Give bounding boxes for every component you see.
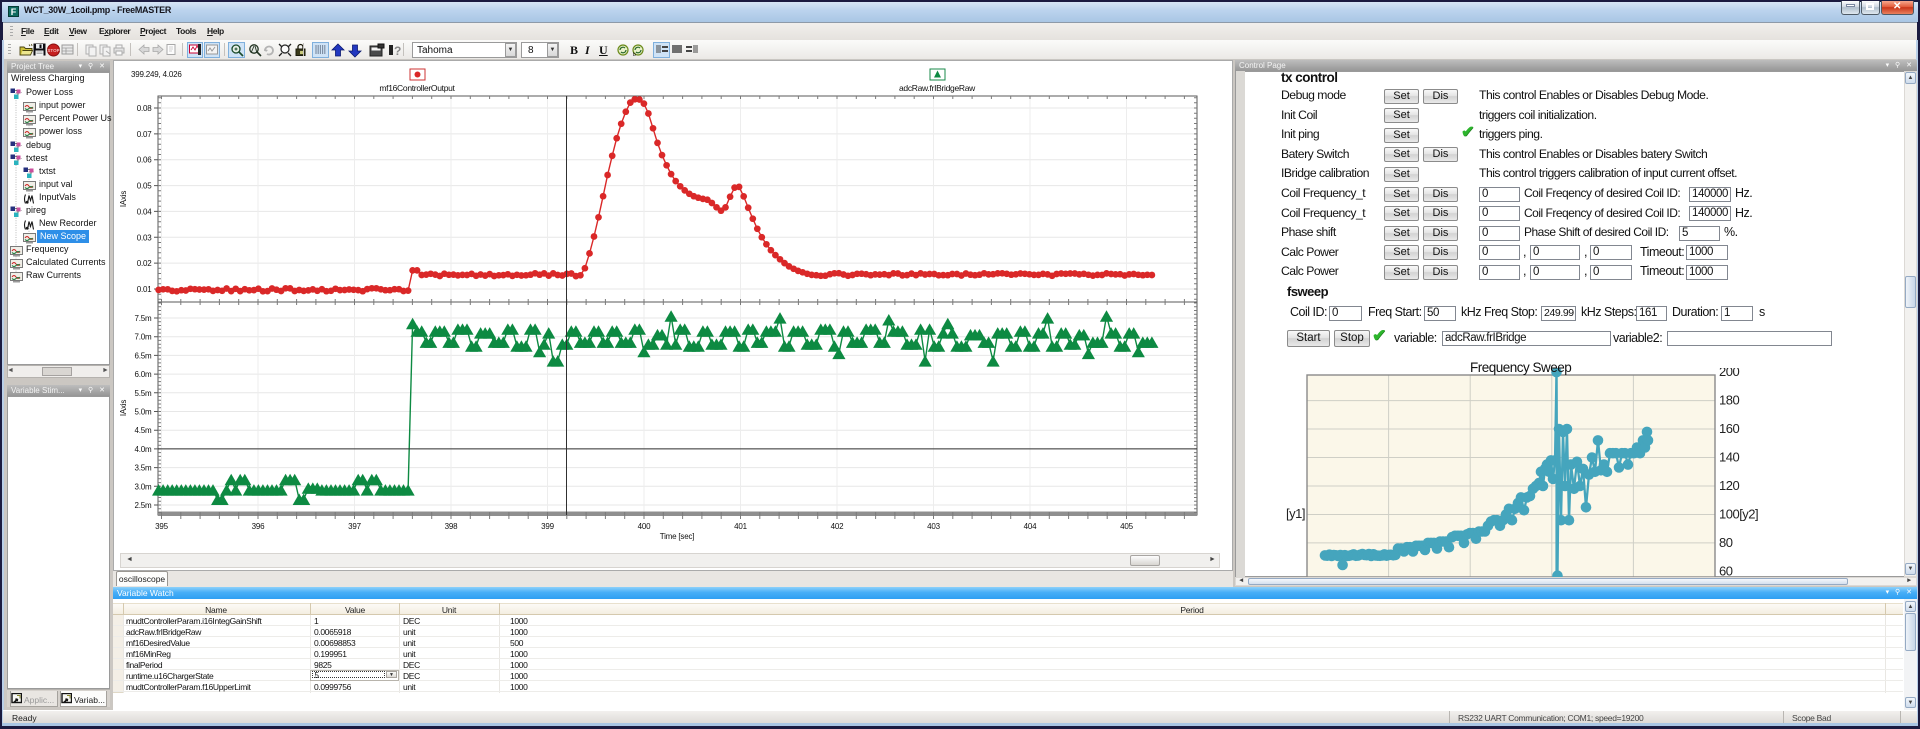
svg-text:140: 140 xyxy=(1719,449,1739,464)
svg-text:6.5m: 6.5m xyxy=(135,351,153,360)
svg-text:399.249, 4.026: 399.249, 4.026 xyxy=(131,70,182,79)
svg-text:STOP: STOP xyxy=(47,48,59,53)
svg-text:0.04: 0.04 xyxy=(137,207,153,216)
svg-text:0.08: 0.08 xyxy=(137,104,153,113)
svg-text:0.02: 0.02 xyxy=(137,259,153,268)
svg-text:160: 160 xyxy=(1719,421,1739,436)
svg-text:4.0m: 4.0m xyxy=(135,445,153,454)
svg-text:7.0m: 7.0m xyxy=(135,333,153,342)
svg-text:5.5m: 5.5m xyxy=(135,389,153,398)
svg-text:mf16ControllerOutput: mf16ControllerOutput xyxy=(379,83,455,93)
svg-text:404: 404 xyxy=(1024,522,1037,531)
svg-text:6.0m: 6.0m xyxy=(135,370,153,379)
svg-text:397: 397 xyxy=(348,522,361,531)
svg-text:0.01: 0.01 xyxy=(137,285,153,294)
svg-text:0.03: 0.03 xyxy=(137,233,153,242)
svg-text:Time [sec]: Time [sec] xyxy=(660,532,695,541)
svg-text:?: ? xyxy=(394,44,401,58)
svg-text:80: 80 xyxy=(1719,535,1733,550)
svg-text:[y1]: [y1] xyxy=(1286,506,1305,521)
svg-text:adcRaw.frIBridgeRaw: adcRaw.frIBridgeRaw xyxy=(899,83,976,93)
svg-text:401: 401 xyxy=(734,522,747,531)
svg-text:396: 396 xyxy=(252,522,265,531)
svg-text:180: 180 xyxy=(1719,393,1739,408)
svg-text:395: 395 xyxy=(155,522,168,531)
svg-text:IAxis: IAxis xyxy=(119,191,128,208)
svg-text:3.0m: 3.0m xyxy=(135,482,153,491)
svg-text:4.5m: 4.5m xyxy=(135,426,153,435)
svg-text:b: b xyxy=(633,52,636,58)
svg-text:7.5m: 7.5m xyxy=(135,314,153,323)
svg-text:0.05: 0.05 xyxy=(137,182,153,191)
svg-text:2.5m: 2.5m xyxy=(135,501,153,510)
svg-text:IAxis: IAxis xyxy=(119,400,128,417)
svg-text:398: 398 xyxy=(445,522,458,531)
svg-text:5.0m: 5.0m xyxy=(135,408,153,417)
svg-text:3.5m: 3.5m xyxy=(135,464,153,473)
svg-text:0.07: 0.07 xyxy=(137,130,153,139)
svg-text:120: 120 xyxy=(1719,478,1739,493)
svg-text:402: 402 xyxy=(831,522,844,531)
svg-text:403: 403 xyxy=(927,522,940,531)
svg-text:200: 200 xyxy=(1719,368,1739,379)
svg-text:100[y2]: 100[y2] xyxy=(1719,506,1758,521)
svg-text:399: 399 xyxy=(541,522,554,531)
svg-text:405: 405 xyxy=(1120,522,1133,531)
svg-text:0.06: 0.06 xyxy=(137,156,153,165)
svg-text:400: 400 xyxy=(638,522,651,531)
